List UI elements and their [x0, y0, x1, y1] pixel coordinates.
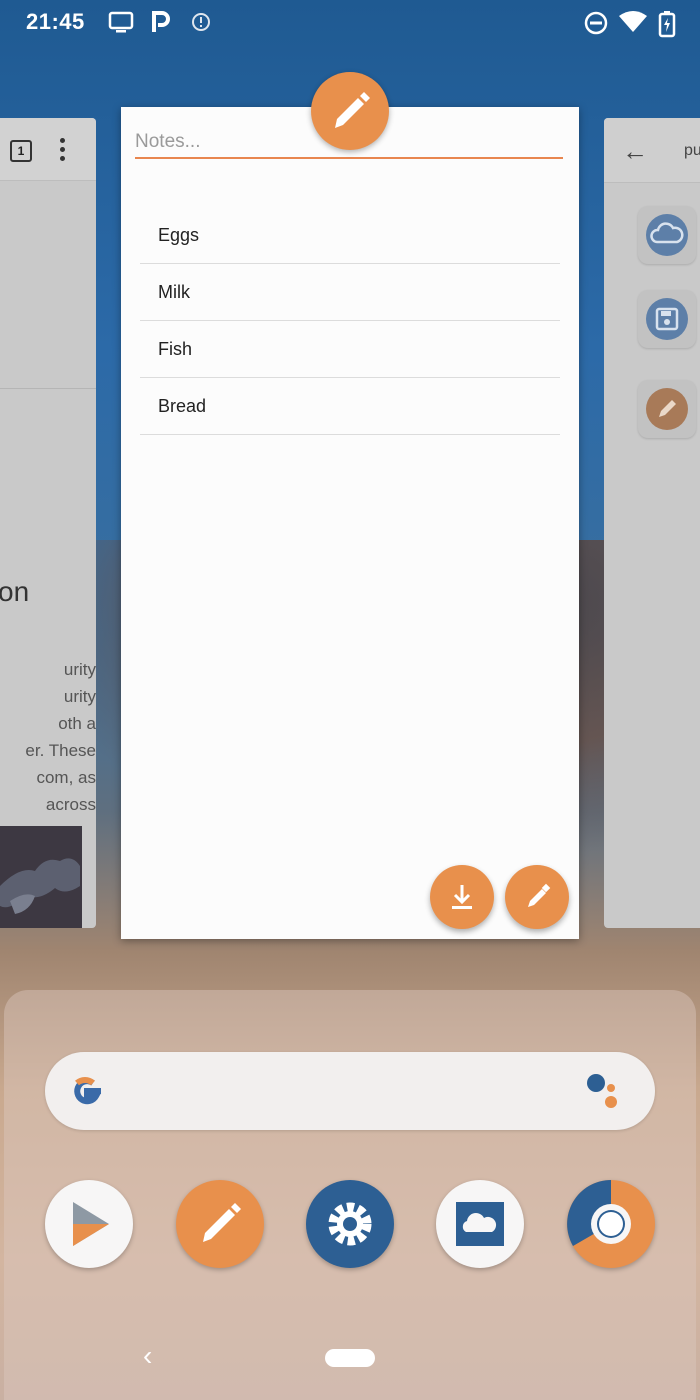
- list-item-label: Bread: [158, 396, 207, 416]
- list-item[interactable]: Bread: [140, 378, 560, 435]
- browser-toolbar: 1: [0, 118, 96, 181]
- gear-icon: [328, 1202, 372, 1246]
- recent-app-card-browser[interactable]: 1 on urity urity oth a er. These com, as…: [0, 118, 96, 928]
- recent-app-card-notes[interactable]: Eggs Milk Fish Bread: [121, 107, 579, 939]
- page-heading-fragment: on: [0, 576, 30, 607]
- cloud-button[interactable]: [638, 206, 696, 264]
- google-search-bar[interactable]: [45, 1052, 655, 1130]
- recent-app-card-right[interactable]: ← pu: [604, 118, 700, 928]
- list-item[interactable]: Fish: [140, 321, 560, 378]
- save-button[interactable]: [638, 290, 696, 348]
- divider: [0, 388, 96, 389]
- page-paragraph: urity urity oth a er. These com, as acro…: [25, 660, 96, 814]
- nav-back-icon[interactable]: ‹: [143, 1340, 152, 1372]
- status-bar: 21:45: [0, 0, 700, 46]
- edit-note-button[interactable]: [505, 865, 569, 929]
- nav-home-pill[interactable]: [325, 1349, 375, 1367]
- chrome-app-icon[interactable]: [567, 1180, 655, 1268]
- list-item[interactable]: Eggs: [140, 207, 560, 264]
- cloud-icon: [646, 214, 688, 256]
- pencil-icon: [646, 388, 688, 430]
- wifi-icon: [618, 10, 648, 41]
- pencil-icon: [335, 92, 370, 128]
- play-store-app-icon[interactable]: [45, 1180, 133, 1268]
- list-item-label: Milk: [158, 282, 190, 302]
- settings-app-icon[interactable]: [306, 1180, 394, 1268]
- right-card-title: pu: [684, 142, 700, 159]
- list-item-label: Fish: [158, 339, 193, 359]
- google-logo-icon: [65, 1069, 109, 1118]
- notes-app-badge[interactable]: [311, 72, 389, 150]
- battery-charging-icon: [658, 10, 676, 43]
- notes-app-icon[interactable]: [176, 1180, 264, 1268]
- tv-icon: [108, 10, 134, 39]
- p-icon: [150, 10, 172, 39]
- notes-list: Eggs Milk Fish Bread: [140, 207, 560, 435]
- back-arrow-icon[interactable]: ←: [622, 136, 648, 167]
- do-not-disturb-icon: [583, 10, 609, 41]
- save-icon: [646, 298, 688, 340]
- google-assistant-icon[interactable]: [583, 1070, 629, 1114]
- map-image: [0, 826, 82, 928]
- info-icon: [190, 10, 212, 39]
- list-item[interactable]: Milk: [140, 264, 560, 321]
- edit-button[interactable]: [638, 380, 696, 438]
- download-icon: [452, 885, 472, 909]
- cloud-photos-app-icon[interactable]: [436, 1180, 524, 1268]
- pencil-icon: [528, 883, 551, 907]
- download-button[interactable]: [430, 865, 494, 929]
- more-options-icon[interactable]: [60, 138, 66, 165]
- tab-count-button[interactable]: 1: [10, 140, 32, 162]
- list-item-label: Eggs: [158, 225, 200, 245]
- right-card-toolbar: ← pu: [604, 118, 700, 183]
- status-time: 21:45: [26, 9, 85, 34]
